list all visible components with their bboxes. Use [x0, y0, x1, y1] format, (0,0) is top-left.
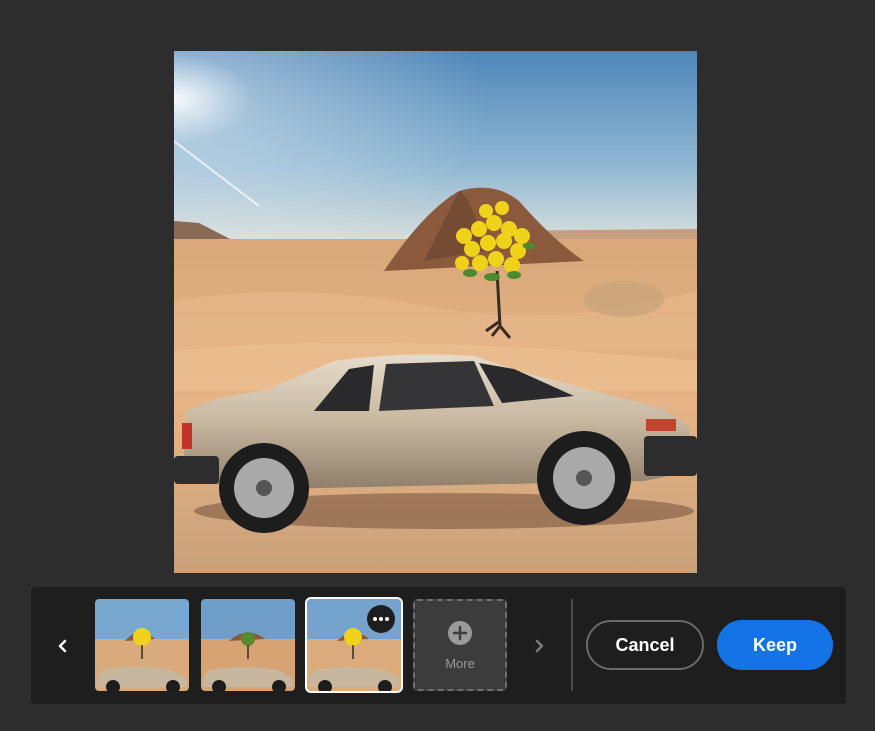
variation-thumbnail-3[interactable] [305, 597, 403, 693]
more-variations-button[interactable]: More [413, 599, 507, 691]
ellipsis-icon [373, 617, 389, 621]
previous-button[interactable] [49, 632, 77, 660]
add-circle-icon [448, 620, 472, 645]
variation-thumbnail-1[interactable] [95, 599, 189, 691]
variation-thumbnail-2[interactable] [201, 599, 295, 691]
variation-options-button[interactable] [367, 605, 395, 633]
keep-button[interactable]: Keep [717, 620, 833, 670]
variation-panel: More Cancel Keep [31, 587, 846, 704]
more-label: More [445, 655, 475, 671]
divider [571, 599, 573, 691]
next-button[interactable] [525, 632, 553, 660]
cancel-button[interactable]: Cancel [586, 620, 704, 670]
generated-image [174, 51, 697, 573]
chevron-left-icon [58, 639, 67, 653]
chevron-right-icon [535, 639, 544, 653]
